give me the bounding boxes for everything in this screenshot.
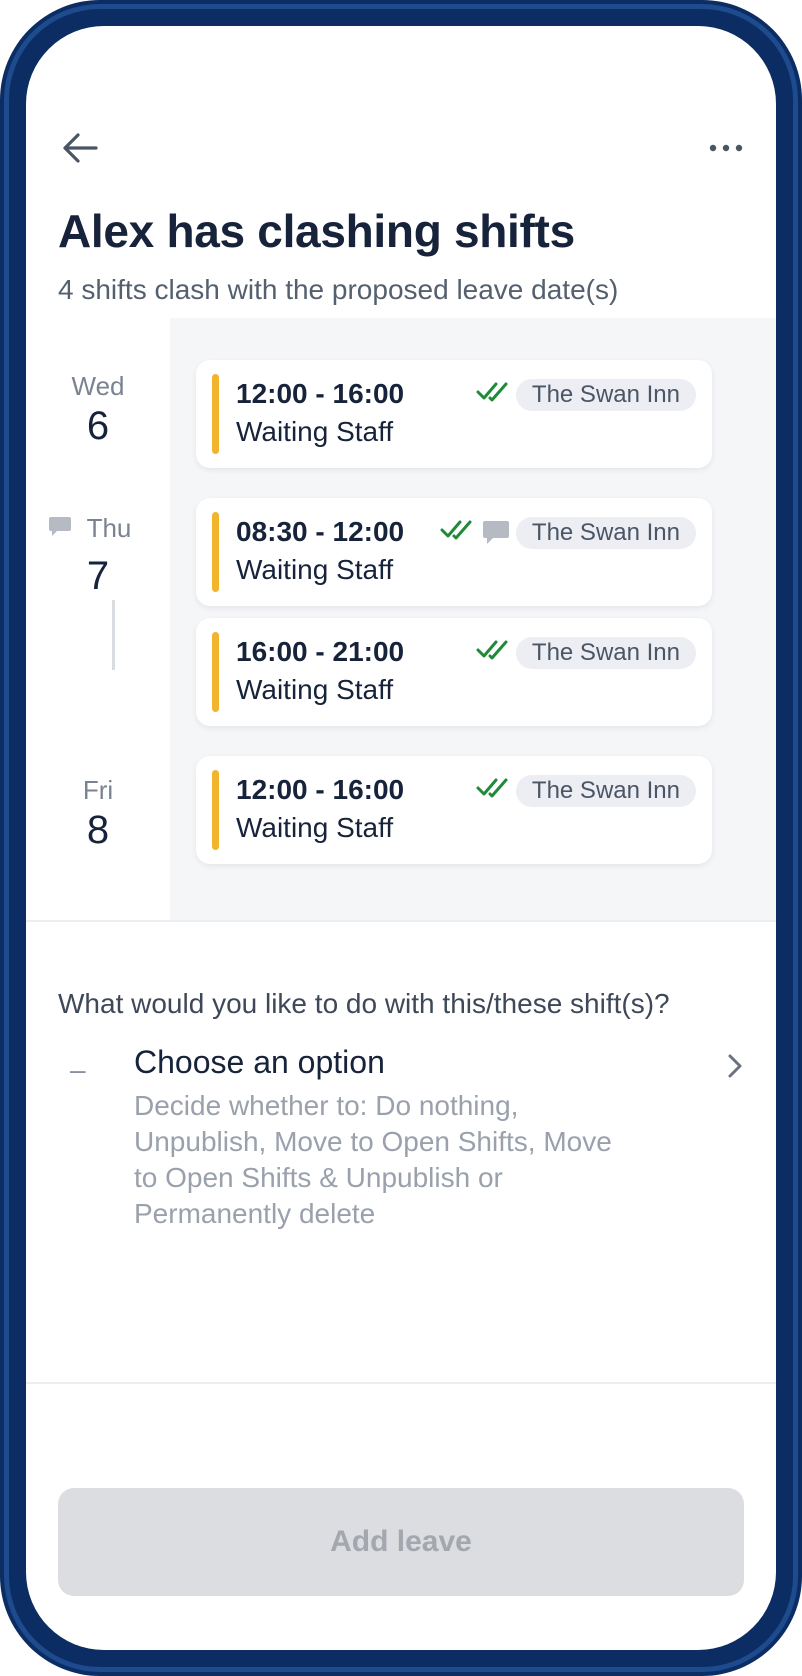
back-button[interactable] <box>58 126 102 170</box>
location-badge: The Swan Inn <box>515 517 696 549</box>
location-badge: The Swan Inn <box>515 379 696 411</box>
shift-card[interactable]: 12:00 - 16:00 Waiting Staff The Swan Inn <box>196 756 712 864</box>
shift-card[interactable]: 12:00 - 16:00 Waiting Staff The Swan Inn <box>196 360 712 468</box>
more-horizontal-icon <box>709 144 743 152</box>
shift-role: Waiting Staff <box>236 416 394 447</box>
day-number: 8 <box>86 808 110 852</box>
location-badge: The Swan Inn <box>515 637 696 669</box>
double-check-icon <box>476 778 508 798</box>
day-label-wed: Wed 6 <box>26 370 170 450</box>
day-label-fri: Fri 8 <box>26 774 170 854</box>
shift-role: Waiting Staff <box>236 812 394 843</box>
day-number: 6 <box>86 404 110 448</box>
arrow-left-icon <box>63 133 98 163</box>
double-check-icon <box>476 382 508 402</box>
option-description: Decide whether to: Do nothing, Unpublish… <box>134 1090 612 1229</box>
divider <box>26 1382 776 1384</box>
option-marker: – <box>70 1054 86 1085</box>
page-title: Alex has clashing shifts <box>58 205 575 257</box>
day-connector-line <box>112 600 115 670</box>
shift-status-bar <box>212 374 219 454</box>
day-label-thu: Thu 7 <box>26 512 170 600</box>
double-check-icon <box>440 520 472 540</box>
shift-role: Waiting Staff <box>236 554 394 585</box>
shift-card[interactable]: 08:30 - 12:00 Waiting Staff The Swan Inn <box>196 498 712 606</box>
shift-time: 12:00 - 16:00 <box>236 774 405 805</box>
page-subtitle: 4 shifts clash with the proposed leave d… <box>58 274 619 305</box>
day-number: 7 <box>86 554 110 598</box>
shift-status-bar <box>212 632 219 712</box>
more-options-button[interactable] <box>702 128 750 168</box>
screen: Alex has clashing shifts 4 shifts clash … <box>26 26 776 1650</box>
shift-role: Waiting Staff <box>236 674 394 705</box>
action-question: What would you like to do with this/thes… <box>58 988 670 1019</box>
divider <box>26 920 776 922</box>
shift-status-bar <box>212 512 219 592</box>
chevron-right-icon <box>728 1054 742 1078</box>
shift-status-bar <box>212 770 219 850</box>
shift-time: 16:00 - 21:00 <box>236 636 405 667</box>
device-frame: Alex has clashing shifts 4 shifts clash … <box>0 0 802 1676</box>
shift-time: 12:00 - 16:00 <box>236 378 405 409</box>
add-leave-button[interactable]: Add leave <box>58 1488 744 1596</box>
day-name: Wed <box>71 371 125 401</box>
location-badge: The Swan Inn <box>515 775 696 807</box>
double-check-icon <box>476 640 508 660</box>
shift-card[interactable]: 16:00 - 21:00 Waiting Staff The Swan Inn <box>196 618 712 726</box>
option-title: Choose an option <box>134 1044 385 1080</box>
day-name: Thu <box>86 513 132 543</box>
day-name: Fri <box>82 775 114 805</box>
comment-icon <box>483 521 509 544</box>
shift-time: 08:30 - 12:00 <box>236 516 405 547</box>
choose-option-row[interactable]: – Choose an option Decide whether to: Do… <box>26 1044 776 1229</box>
